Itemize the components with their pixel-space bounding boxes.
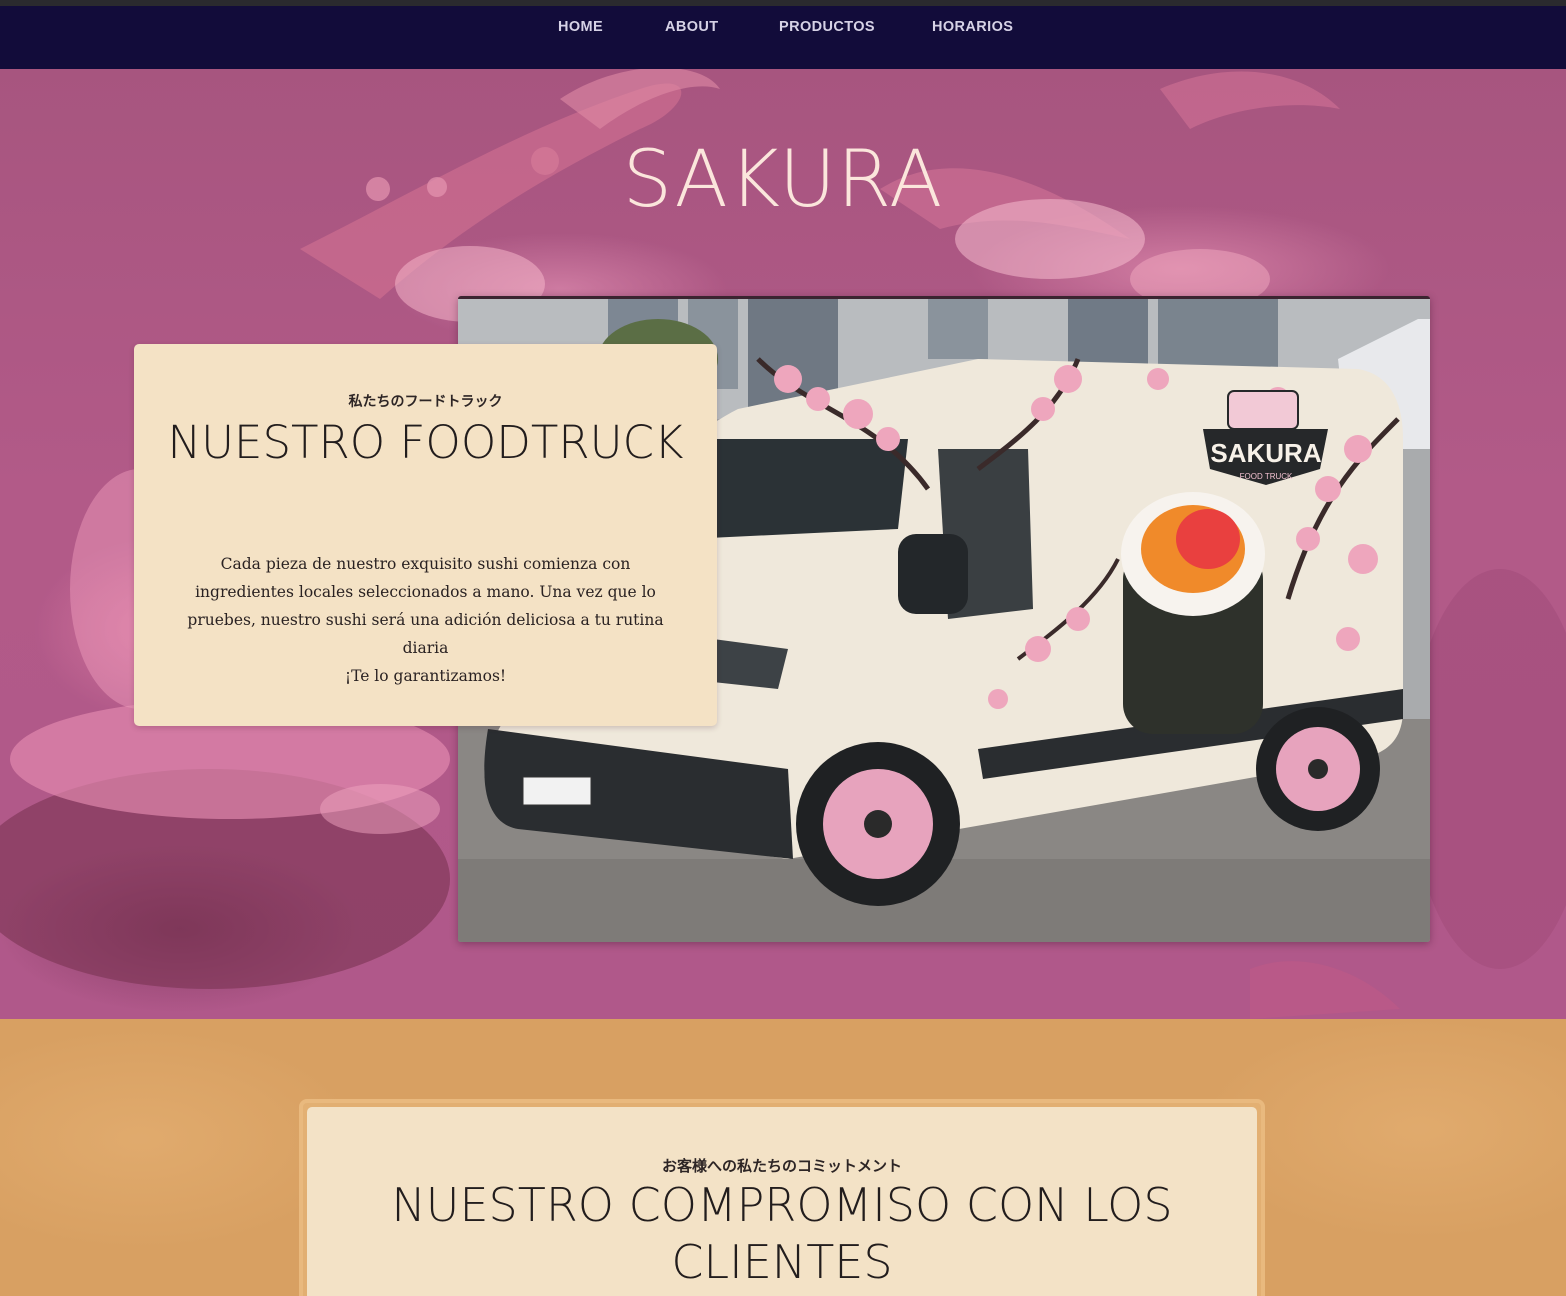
commitment-card: お客様への私たちのコミットメント NUESTRO COMPROMISO CON … bbox=[307, 1107, 1257, 1296]
nav-horarios-link[interactable]: HORARIOS bbox=[932, 19, 1013, 35]
nav-productos-link[interactable]: PRODUCTOS bbox=[779, 19, 875, 35]
truck-logo-subtext: FOOD TRUCK bbox=[1240, 472, 1293, 481]
nav-about-link[interactable]: ABOUT bbox=[665, 19, 719, 35]
commitment-subtitle: お客様への私たちのコミットメント bbox=[661, 1157, 902, 1175]
commitment-section: お客様への私たちのコミットメント NUESTRO COMPROMISO CON … bbox=[0, 1019, 1566, 1296]
hero-title: SAKURA bbox=[622, 135, 944, 225]
about-title: NUESTRO FOODTRUCK bbox=[167, 416, 684, 469]
main-nav: HOME ABOUT PRODUCTOS HORARIOS bbox=[0, 6, 1566, 69]
about-paragraph: Cada pieza de nuestro exquisito sushi co… bbox=[187, 555, 664, 657]
page: HOME ABOUT PRODUCTOS HORARIOS SAKURA SAK… bbox=[0, 0, 1566, 1296]
about-card: 私たちのフードトラック NUESTRO FOODTRUCK Cada pieza… bbox=[134, 344, 717, 726]
commitment-title: NUESTRO COMPROMISO CON LOS CLIENTES bbox=[391, 1178, 1173, 1289]
nav-home-link[interactable]: HOME bbox=[558, 19, 603, 35]
hero-section: SAKURA SAKURA FOOD TRUCK 私たちのフードトラック NUE… bbox=[0, 69, 1566, 1019]
about-tagline: ¡Te lo garantizamos! bbox=[344, 667, 507, 685]
truck-logo-text: SAKURA bbox=[1210, 438, 1321, 468]
about-text: Cada pieza de nuestro exquisito sushi co… bbox=[174, 550, 677, 690]
about-subtitle: 私たちのフードトラック bbox=[348, 394, 503, 410]
